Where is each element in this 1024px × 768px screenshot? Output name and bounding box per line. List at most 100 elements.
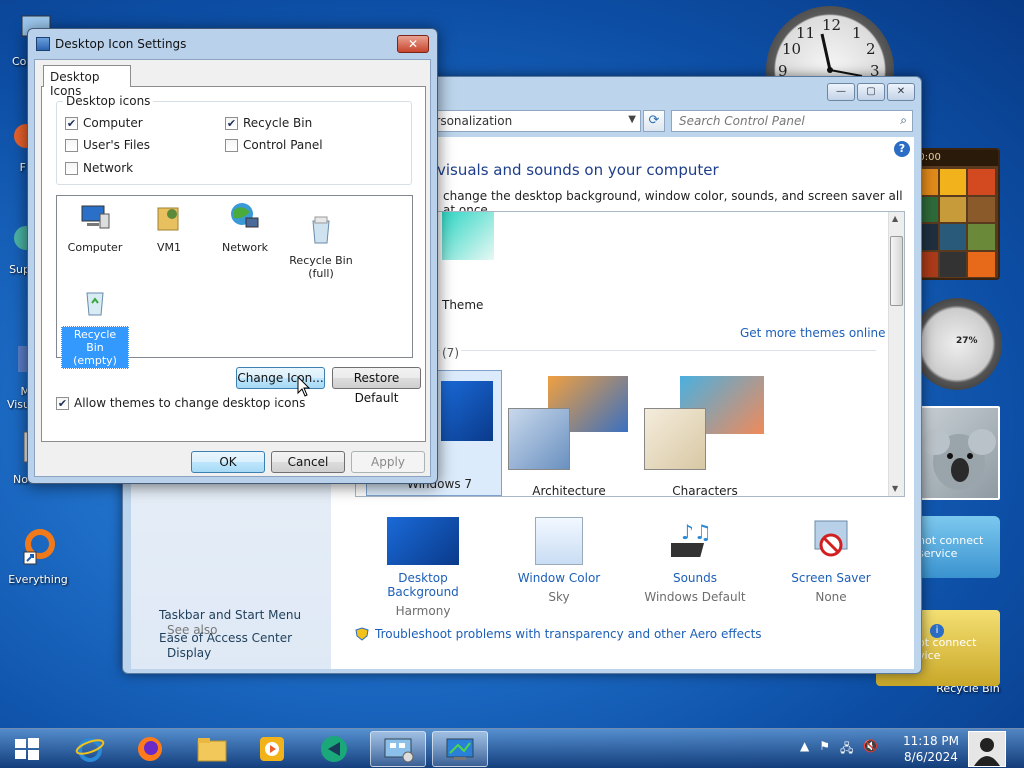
checkbox-network[interactable]: Network xyxy=(65,161,133,175)
show-hidden-icons-icon[interactable]: ▲ xyxy=(800,739,809,760)
list-item-computer[interactable]: Computer xyxy=(61,200,129,254)
close-button[interactable]: ✕ xyxy=(397,35,429,53)
option-value: None xyxy=(815,590,847,604)
see-also-display-link[interactable]: Display xyxy=(167,646,211,660)
scroll-down-icon[interactable]: ▼ xyxy=(892,484,898,493)
start-button[interactable] xyxy=(0,731,54,767)
taskbar-personalization[interactable] xyxy=(432,731,488,767)
search-input[interactable]: Search Control Panel ⌕ xyxy=(671,110,913,132)
refresh-button[interactable]: ⟳ xyxy=(643,110,665,132)
my-theme-thumbnail[interactable] xyxy=(442,212,494,260)
taskbar-control-panel[interactable] xyxy=(370,731,426,767)
minimize-button[interactable]: — xyxy=(827,83,855,101)
checkbox-control-panel[interactable]: Control Panel xyxy=(225,138,323,152)
theme-architecture[interactable]: Architecture xyxy=(506,374,632,496)
checkbox-box[interactable]: ✔ xyxy=(225,116,238,130)
slideshow-gadget[interactable] xyxy=(918,406,1000,500)
checkbox-allow-themes[interactable]: ✔ Allow themes to change desktop icons xyxy=(56,396,305,410)
tab-desktop-icons[interactable]: Desktop Icons xyxy=(43,65,131,98)
taskbar-app[interactable] xyxy=(306,731,362,767)
theme-name: Characters xyxy=(672,484,738,497)
network-tray-icon[interactable]: 🖧 xyxy=(840,739,853,760)
chevron-down-icon[interactable]: ▼ xyxy=(628,114,636,125)
address-text: ersonalization xyxy=(428,114,513,128)
scroll-thumb[interactable] xyxy=(890,236,903,306)
desktop-icon-everything[interactable]: Everything xyxy=(6,528,70,586)
desktop-icon-settings-dialog: Desktop Icon Settings ✕ Desktop Icons De… xyxy=(27,28,438,484)
see-also-taskbar-link[interactable]: Taskbar and Start Menu xyxy=(159,608,301,622)
feed-gadget[interactable]: not connect service xyxy=(912,516,1000,578)
list-item-recycle-bin-full[interactable]: Recycle Bin (full) xyxy=(287,200,355,293)
meter-percent: 27% xyxy=(956,336,978,346)
mouse-cursor-icon xyxy=(297,376,311,397)
taskbar-ie[interactable] xyxy=(62,731,118,767)
sounds-option[interactable]: ♪♫ Sounds Windows Default xyxy=(635,517,755,604)
firefox-icon xyxy=(138,737,162,761)
checkbox-recycle-bin[interactable]: ✔ Recycle Bin xyxy=(225,116,312,130)
list-item-network[interactable]: Network xyxy=(211,200,279,254)
checkbox-box[interactable]: ✔ xyxy=(56,396,69,410)
settings-app-icon xyxy=(36,37,50,51)
option-label: Desktop Background xyxy=(387,571,459,599)
search-icon[interactable]: ⌕ xyxy=(900,113,907,128)
cancel-button[interactable]: Cancel xyxy=(271,451,345,473)
action-center-flag-icon[interactable]: ⚑ xyxy=(819,739,830,760)
maximize-button[interactable]: ▢ xyxy=(857,83,885,101)
screen-saver-option[interactable]: Screen Saver None xyxy=(771,517,891,604)
close-button[interactable]: ✕ xyxy=(887,83,915,101)
change-icon-button[interactable]: Change Icon... xyxy=(236,367,325,389)
taskbar-firefox[interactable] xyxy=(122,731,178,767)
restore-default-button[interactable]: Restore Default xyxy=(332,367,421,405)
desktop-background-thumbnail xyxy=(387,517,459,565)
ie-icon xyxy=(75,738,105,762)
checkbox-label: Allow themes to change desktop icons xyxy=(74,396,306,410)
taskbar-clock[interactable]: 11:18 PM 8/6/2024 xyxy=(898,733,964,765)
info-icon: i xyxy=(930,624,944,638)
themes-scrollbar[interactable]: ▲ ▼ xyxy=(888,212,904,496)
clock-date: 8/6/2024 xyxy=(904,750,958,764)
checkbox-box[interactable] xyxy=(225,138,238,152)
desktop-background-option[interactable]: Desktop Background Harmony xyxy=(363,517,483,618)
list-item-label: Network xyxy=(222,241,268,254)
volume-muted-icon[interactable]: 🔇 xyxy=(863,739,878,760)
list-item-label: Computer xyxy=(67,241,123,254)
get-more-themes-link[interactable]: Get more themes online xyxy=(740,326,886,340)
icon-list[interactable]: Computer VM1 Network Recycle Bin (full) … xyxy=(56,195,413,369)
media-player-icon xyxy=(260,737,284,761)
windows-7-thumbnail xyxy=(441,381,493,441)
apply-button[interactable]: Apply xyxy=(351,451,425,473)
search-placeholder: Search Control Panel xyxy=(679,114,805,128)
checkbox-computer[interactable]: ✔ Computer xyxy=(65,116,143,130)
list-item-vm1[interactable]: VM1 xyxy=(135,200,203,254)
checkbox-users-files[interactable]: User's Files xyxy=(65,138,150,152)
window-color-option[interactable]: Window Color Sky xyxy=(499,517,619,604)
cpu-meter-gadget[interactable]: 27% xyxy=(912,298,1002,390)
svg-text:♪♫: ♪♫ xyxy=(681,520,712,544)
network-icon xyxy=(231,203,259,228)
window-color-thumbnail xyxy=(535,517,583,565)
shield-icon xyxy=(355,627,369,641)
help-icon[interactable]: ? xyxy=(894,141,910,157)
everything-icon xyxy=(23,529,55,565)
architecture-thumbnail xyxy=(508,408,570,470)
taskbar-media-player[interactable] xyxy=(244,731,300,767)
see-also-ease-of-access-link[interactable]: Ease of Access Center xyxy=(159,631,292,645)
checkbox-box[interactable] xyxy=(65,161,78,175)
user-avatar[interactable] xyxy=(968,731,1006,767)
taskbar-explorer[interactable] xyxy=(184,731,240,767)
scroll-up-icon[interactable]: ▲ xyxy=(892,214,898,223)
list-item-recycle-bin-empty[interactable]: Recycle Bin (empty) xyxy=(61,272,129,382)
list-item-label: Recycle Bin (empty) xyxy=(61,326,129,369)
troubleshoot-link[interactable]: Troubleshoot problems with transparency … xyxy=(355,627,762,641)
characters-thumbnail xyxy=(644,408,706,470)
sounds-icon: ♪♫ xyxy=(664,517,719,565)
ok-button[interactable]: OK xyxy=(191,451,265,473)
address-bar[interactable]: ersonalization ▼ xyxy=(423,110,641,132)
theme-characters[interactable]: Characters xyxy=(642,374,768,497)
option-label: Sounds xyxy=(672,571,718,585)
personalization-icon xyxy=(446,738,474,760)
troubleshoot-text: Troubleshoot problems with transparency … xyxy=(375,627,762,641)
my-theme-label: Theme xyxy=(442,298,484,312)
checkbox-box[interactable]: ✔ xyxy=(65,116,78,130)
checkbox-box[interactable] xyxy=(65,138,78,152)
